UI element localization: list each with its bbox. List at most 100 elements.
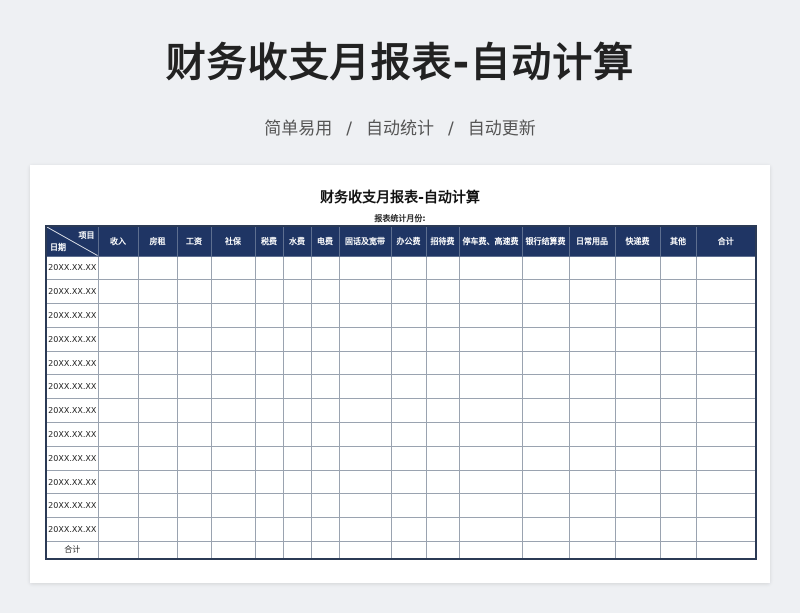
- data-cell[interactable]: [521, 279, 570, 305]
- date-cell[interactable]: 20XX.XX.XX: [45, 303, 99, 328]
- data-cell[interactable]: [137, 350, 178, 376]
- data-cell[interactable]: [390, 303, 427, 328]
- data-cell[interactable]: [282, 303, 312, 328]
- data-cell[interactable]: [425, 350, 460, 376]
- data-cell[interactable]: [659, 255, 697, 281]
- data-cell[interactable]: [282, 422, 312, 447]
- data-cell[interactable]: [425, 303, 460, 328]
- data-cell[interactable]: [390, 398, 427, 424]
- data-cell[interactable]: [695, 374, 757, 400]
- data-cell[interactable]: [458, 469, 523, 495]
- data-cell[interactable]: [137, 517, 178, 543]
- data-cell[interactable]: [521, 350, 570, 376]
- data-cell[interactable]: [425, 326, 460, 352]
- data-cell[interactable]: [310, 517, 340, 543]
- data-cell[interactable]: [97, 493, 139, 519]
- data-cell[interactable]: [282, 350, 312, 376]
- data-cell[interactable]: [338, 517, 392, 543]
- data-cell[interactable]: [568, 398, 616, 424]
- data-cell[interactable]: [425, 422, 460, 447]
- data-cell[interactable]: [521, 493, 570, 519]
- data-cell[interactable]: [568, 374, 616, 400]
- data-cell[interactable]: [425, 279, 460, 305]
- data-cell[interactable]: [568, 517, 616, 543]
- data-cell[interactable]: [254, 255, 284, 281]
- data-cell[interactable]: [568, 469, 616, 495]
- data-cell[interactable]: [614, 422, 661, 447]
- data-cell[interactable]: [425, 374, 460, 400]
- data-cell[interactable]: [521, 303, 570, 328]
- data-cell[interactable]: [310, 350, 340, 376]
- data-cell[interactable]: [521, 517, 570, 543]
- data-cell[interactable]: [458, 350, 523, 376]
- date-cell[interactable]: 20XX.XX.XX: [45, 326, 99, 352]
- data-cell[interactable]: [568, 350, 616, 376]
- data-cell[interactable]: [521, 398, 570, 424]
- data-cell[interactable]: [254, 398, 284, 424]
- data-cell[interactable]: [568, 255, 616, 281]
- data-cell[interactable]: [176, 422, 212, 447]
- data-cell[interactable]: [390, 255, 427, 281]
- data-cell[interactable]: [137, 279, 178, 305]
- data-cell[interactable]: [310, 422, 340, 447]
- data-cell[interactable]: [254, 303, 284, 328]
- data-cell[interactable]: [659, 303, 697, 328]
- data-cell[interactable]: [210, 326, 256, 352]
- data-cell[interactable]: [282, 374, 312, 400]
- data-cell[interactable]: [390, 469, 427, 495]
- date-cell[interactable]: 20XX.XX.XX: [45, 374, 99, 400]
- data-cell[interactable]: [176, 255, 212, 281]
- data-cell[interactable]: [254, 517, 284, 543]
- data-cell[interactable]: [97, 255, 139, 281]
- date-cell[interactable]: 20XX.XX.XX: [45, 469, 99, 495]
- data-cell[interactable]: [97, 422, 139, 447]
- data-cell[interactable]: [521, 422, 570, 447]
- data-cell[interactable]: [338, 493, 392, 519]
- data-cell[interactable]: [210, 469, 256, 495]
- data-cell[interactable]: [254, 422, 284, 447]
- data-cell[interactable]: [210, 350, 256, 376]
- data-cell[interactable]: [458, 493, 523, 519]
- data-cell[interactable]: [310, 374, 340, 400]
- data-cell[interactable]: [614, 374, 661, 400]
- data-cell[interactable]: [695, 326, 757, 352]
- date-cell[interactable]: 20XX.XX.XX: [45, 493, 99, 519]
- date-cell[interactable]: 20XX.XX.XX: [45, 517, 99, 543]
- data-cell[interactable]: [282, 279, 312, 305]
- data-cell[interactable]: [390, 493, 427, 519]
- data-cell[interactable]: [176, 445, 212, 471]
- data-cell[interactable]: [659, 422, 697, 447]
- data-cell[interactable]: [210, 398, 256, 424]
- data-cell[interactable]: [137, 255, 178, 281]
- data-cell[interactable]: [97, 279, 139, 305]
- data-cell[interactable]: [210, 303, 256, 328]
- data-cell[interactable]: [695, 445, 757, 471]
- data-cell[interactable]: [254, 493, 284, 519]
- data-cell[interactable]: [614, 279, 661, 305]
- data-cell[interactable]: [176, 279, 212, 305]
- data-cell[interactable]: [310, 398, 340, 424]
- data-cell[interactable]: [458, 255, 523, 281]
- data-cell[interactable]: [390, 422, 427, 447]
- data-cell[interactable]: [310, 326, 340, 352]
- data-cell[interactable]: [695, 422, 757, 447]
- data-cell[interactable]: [458, 398, 523, 424]
- data-cell[interactable]: [137, 326, 178, 352]
- data-cell[interactable]: [568, 279, 616, 305]
- data-cell[interactable]: [176, 374, 212, 400]
- data-cell[interactable]: [458, 374, 523, 400]
- data-cell[interactable]: [659, 279, 697, 305]
- data-cell[interactable]: [425, 398, 460, 424]
- data-cell[interactable]: [390, 445, 427, 471]
- date-cell[interactable]: 20XX.XX.XX: [45, 398, 99, 424]
- data-cell[interactable]: [338, 445, 392, 471]
- data-cell[interactable]: [137, 493, 178, 519]
- date-cell[interactable]: 20XX.XX.XX: [45, 279, 99, 305]
- date-cell[interactable]: 20XX.XX.XX: [45, 255, 99, 281]
- data-cell[interactable]: [310, 303, 340, 328]
- data-cell[interactable]: [568, 422, 616, 447]
- data-cell[interactable]: [176, 469, 212, 495]
- data-cell[interactable]: [210, 493, 256, 519]
- data-cell[interactable]: [458, 517, 523, 543]
- data-cell[interactable]: [425, 255, 460, 281]
